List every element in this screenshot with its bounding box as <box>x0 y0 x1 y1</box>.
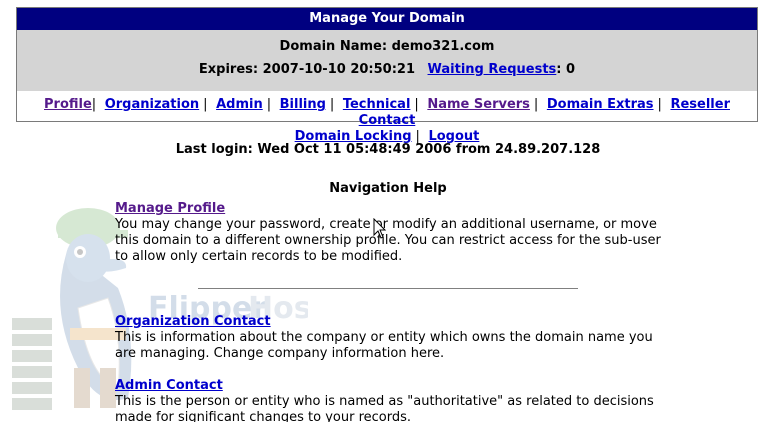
manage-profile-link[interactable]: Manage Profile <box>115 201 675 217</box>
nav-link-billing[interactable]: Billing <box>280 97 326 112</box>
section-divider <box>198 288 578 289</box>
waiting-requests-count: : 0 <box>556 62 576 77</box>
help-text: This is the person or entity who is name… <box>115 394 654 422</box>
nav-link-organization[interactable]: Organization <box>105 97 199 112</box>
nav-separator: | <box>414 97 419 112</box>
expires-value: 2007-10-10 20:50:21 <box>262 62 415 77</box>
last-login-text: Last login: Wed Oct 11 05:48:49 2006 fro… <box>175 142 601 157</box>
domain-summary-panel: Manage Your Domain Domain Name: demo321.… <box>16 7 758 144</box>
expires-label: Expires: <box>198 62 259 77</box>
domain-name-label: Domain Name: <box>279 39 388 54</box>
help-section-admin: Admin Contact This is the person or enti… <box>115 378 675 422</box>
panel-title: Manage Your Domain <box>17 8 757 30</box>
nav-link-domain-extras[interactable]: Domain Extras <box>547 97 654 112</box>
help-section-organization: Organization Contact This is information… <box>115 314 675 362</box>
nav-separator: | <box>657 97 662 112</box>
nav-separator: | <box>533 97 539 112</box>
navigation-help-title: Navigation Help <box>329 181 447 196</box>
help-section-profile: Manage Profile You may change your passw… <box>115 201 675 265</box>
nav-link-admin[interactable]: Admin <box>216 97 263 112</box>
nav-separator: | <box>203 97 208 112</box>
domain-nav: Profile| Organization | Admin | Billing | T… <box>17 91 757 145</box>
waiting-requests-link[interactable]: Waiting Requests <box>428 62 557 77</box>
page: Flipper Host Manage Your Domain Domain N… <box>0 0 776 422</box>
help-text: This is information about the company or… <box>115 330 653 361</box>
help-text: You may change your password, create or … <box>115 217 661 264</box>
nav-separator: | <box>91 97 97 112</box>
nav-link-profile[interactable]: Profile <box>44 97 92 112</box>
nav-separator: | <box>329 97 335 112</box>
expires-row: Expires: 2007-10-10 20:50:21 Waiting Req… <box>17 62 757 78</box>
nav-link-technical[interactable]: Technical <box>343 97 411 112</box>
nav-link-name-servers[interactable]: Name Servers <box>427 97 530 112</box>
nav-separator: | <box>266 97 272 112</box>
admin-contact-link[interactable]: Admin Contact <box>115 378 675 394</box>
organization-contact-link[interactable]: Organization Contact <box>115 314 675 330</box>
mouse-cursor-icon <box>373 218 387 239</box>
domain-name-row: Domain Name: demo321.com <box>17 30 757 62</box>
domain-info: Domain Name: demo321.com Expires: 2007-1… <box>17 30 757 91</box>
domain-name-value: demo321.com <box>391 39 495 54</box>
